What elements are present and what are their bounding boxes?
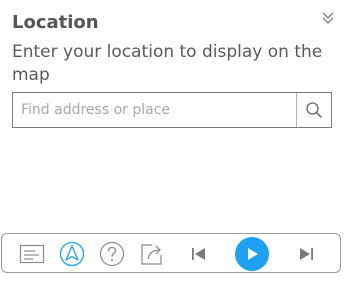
details-button[interactable]: [18, 240, 46, 268]
play-button[interactable]: [235, 237, 269, 271]
search-input[interactable]: [13, 93, 296, 127]
previous-button[interactable]: [185, 240, 213, 268]
toolbar: [1, 233, 341, 273]
skip-next-icon: [300, 248, 313, 260]
share-icon: [141, 244, 162, 265]
panel-title: Location: [12, 12, 99, 33]
panel-description: Enter your location to display on the ma…: [12, 42, 323, 85]
play-icon: [248, 248, 258, 260]
location-button[interactable]: [58, 240, 86, 268]
question-circle-icon: [99, 241, 125, 267]
help-button[interactable]: [98, 240, 126, 268]
search-box: [12, 92, 332, 128]
list-panel-icon: [19, 244, 45, 264]
skip-previous-icon: [192, 248, 205, 260]
double-chevron-down-icon: [322, 12, 334, 24]
navigation-arrow-icon: [59, 241, 85, 267]
search-button[interactable]: [296, 93, 331, 127]
search-icon: [306, 102, 322, 118]
next-button[interactable]: [292, 240, 320, 268]
collapse-button[interactable]: [321, 10, 335, 26]
share-button[interactable]: [138, 240, 166, 268]
